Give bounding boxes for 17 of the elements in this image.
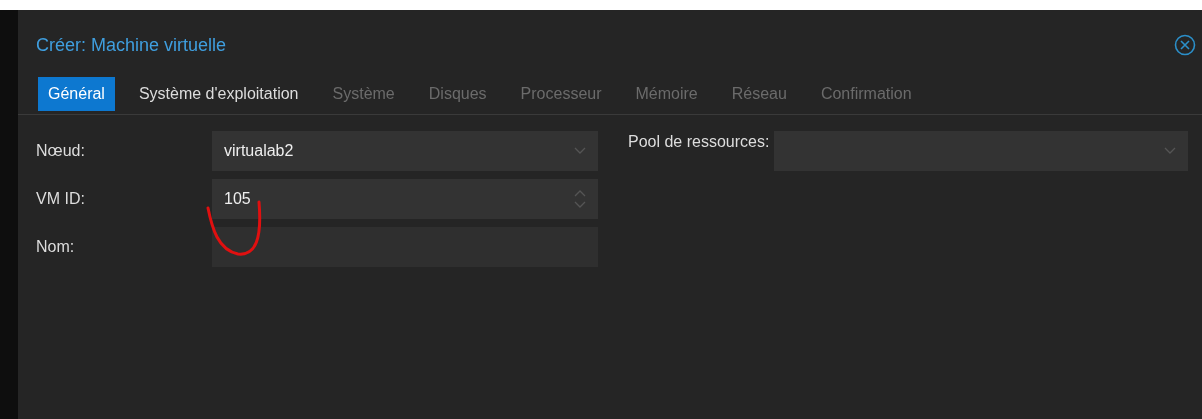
window-title: Créer: Machine virtuelle [36,34,227,56]
dropdown-field[interactable] [774,131,1188,171]
field-value: virtualab2 [224,142,294,160]
field-label: Nœud: [36,141,86,161]
tab[interactable]: Général [38,77,115,111]
field-label: Pool de ressources: [628,132,771,152]
field-value: 105 [224,190,251,208]
chevron-down-icon [1164,147,1176,155]
dropdown-field[interactable]: virtualab2 [212,131,598,171]
spinner-arrows-icon[interactable] [574,189,586,209]
close-icon[interactable] [1174,34,1196,56]
input-field[interactable] [212,227,598,267]
tab[interactable]: Système d'exploitation [128,77,309,111]
field-label: Nom: [36,237,76,257]
number-field[interactable]: 105 [212,179,598,219]
chevron-down-icon [574,147,586,155]
field-label: VM ID: [36,189,86,209]
